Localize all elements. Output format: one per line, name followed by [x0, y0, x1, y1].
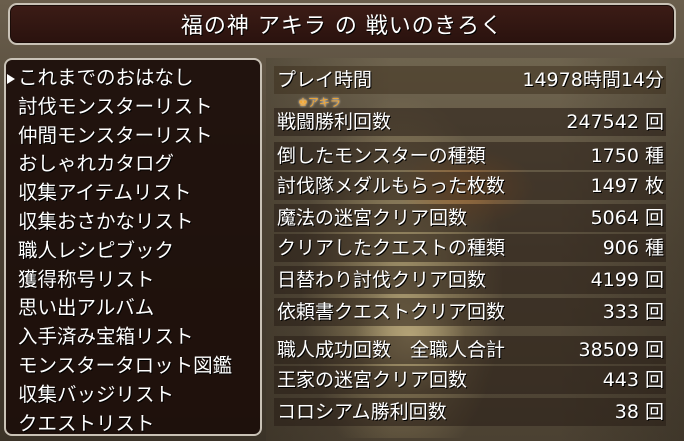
stat-value: 14978時間14分	[522, 69, 664, 91]
menu-item-label: 収集アイテムリスト	[18, 181, 192, 205]
stat-value: 1497 枚	[590, 175, 664, 197]
menu-item-defeated-monsters[interactable]: 討伐モンスターリスト	[6, 93, 260, 122]
stat-row-battle-wins: 戦闘勝利回数 247542 回	[274, 108, 666, 136]
menu-item-story[interactable]: これまでのおはなし	[6, 64, 260, 93]
menu-item-quests[interactable]: クエストリスト	[6, 410, 260, 439]
stat-row-royal-labyrinth: 王家の迷宮クリア回数 443 回	[274, 366, 666, 394]
menu-item-tarot[interactable]: モンスタータロット図鑑	[6, 352, 260, 381]
menu-item-label: 職人レシピブック	[18, 238, 175, 262]
menu-item-label: モンスタータロット図鑑	[18, 353, 233, 377]
stat-row-quest-kinds: クリアしたクエストの種類 906 種	[274, 234, 666, 262]
menu-item-album[interactable]: 思い出アルバム	[6, 294, 260, 323]
stat-row-medals: 討伐隊メダルもらった枚数 1497 枚	[274, 172, 666, 200]
stat-value: 5064 回	[590, 207, 664, 229]
menu-item-fish[interactable]: 収集おさかなリスト	[6, 208, 260, 237]
stat-label: 戦闘勝利回数	[277, 111, 392, 133]
menu-item-badges[interactable]: 収集バッジリスト	[6, 381, 260, 410]
title-banner: 福の神 アキラ の 戦いのきろく	[8, 3, 676, 45]
menu-item-recipes[interactable]: 職人レシピブック	[6, 237, 260, 266]
menu-item-label: おしゃれカタログ	[18, 152, 175, 176]
stat-label: 日替わり討伐クリア回数	[277, 269, 487, 291]
stat-value: 443 回	[602, 369, 664, 391]
menu-item-ally-monsters[interactable]: 仲間モンスターリスト	[6, 122, 260, 151]
menu-item-label: 収集おさかなリスト	[18, 209, 194, 233]
menu-item-label: 獲得称号リスト	[18, 267, 155, 291]
stat-value: 1750 種	[590, 145, 664, 167]
stat-row-colosseum: コロシアム勝利回数 38 回	[274, 398, 666, 426]
menu-item-label: 仲間モンスターリスト	[18, 123, 213, 147]
stat-row-labyrinth: 魔法の迷宮クリア回数 5064 回	[274, 204, 666, 232]
stat-value: 333 回	[602, 301, 664, 323]
stat-value: 4199 回	[590, 269, 664, 291]
menu-item-label: 討伐モンスターリスト	[18, 94, 213, 118]
menu-item-treasure-chests[interactable]: 入手済み宝箱リスト	[6, 323, 260, 352]
page-title: 福の神 アキラ の 戦いのきろく	[180, 14, 504, 39]
stat-label: 倒したモンスターの種類	[277, 145, 486, 167]
stat-row-play-time: プレイ時間 14978時間14分	[274, 66, 666, 94]
stat-value: 906 種	[602, 237, 664, 259]
stat-row-monster-kinds: 倒したモンスターの種類 1750 種	[274, 142, 666, 170]
stat-row-crafting: 職人成功回数 全職人合計 38509 回	[274, 336, 666, 364]
record-menu: これまでのおはなし 討伐モンスターリスト 仲間モンスターリスト おしゃれカタログ…	[4, 58, 262, 436]
menu-item-fashion-catalog[interactable]: おしゃれカタログ	[6, 150, 260, 179]
menu-item-items[interactable]: 収集アイテムリスト	[6, 179, 260, 208]
stat-label: 討伐隊メダルもらった枚数	[277, 175, 506, 197]
stat-value: 38509 回	[578, 339, 664, 361]
menu-item-label: 思い出アルバム	[18, 296, 155, 320]
stat-value: 38 回	[614, 401, 664, 423]
stat-row-daily-hunts: 日替わり討伐クリア回数 4199 回	[274, 266, 666, 294]
menu-item-label: 入手済み宝箱リスト	[18, 325, 194, 349]
stat-label: プレイ時間	[277, 69, 373, 91]
stat-value: 247542 回	[566, 111, 664, 133]
cursor-arrow-icon	[7, 74, 15, 84]
game-screen: 福の神 アキラ の 戦いのきろく これまでのおはなし 討伐モンスターリスト 仲間…	[0, 0, 684, 441]
stat-label: コロシアム勝利回数	[277, 401, 447, 423]
menu-item-label: これまでのおはなし	[18, 66, 194, 89]
stat-label: 魔法の迷宮クリア回数	[277, 207, 468, 229]
menu-item-label: クエストリスト	[18, 411, 155, 435]
stat-row-request-quests: 依頼書クエストクリア回数 333 回	[274, 298, 666, 326]
menu-item-label: 収集バッジリスト	[18, 382, 175, 406]
stat-label: クリアしたクエストの種類	[277, 237, 506, 259]
stat-label: 王家の迷宮クリア回数	[277, 369, 468, 391]
stat-label: 依頼書クエストクリア回数	[277, 301, 506, 323]
menu-item-titles[interactable]: 獲得称号リスト	[6, 266, 260, 295]
stat-label: 職人成功回数 全職人合計	[277, 339, 506, 361]
